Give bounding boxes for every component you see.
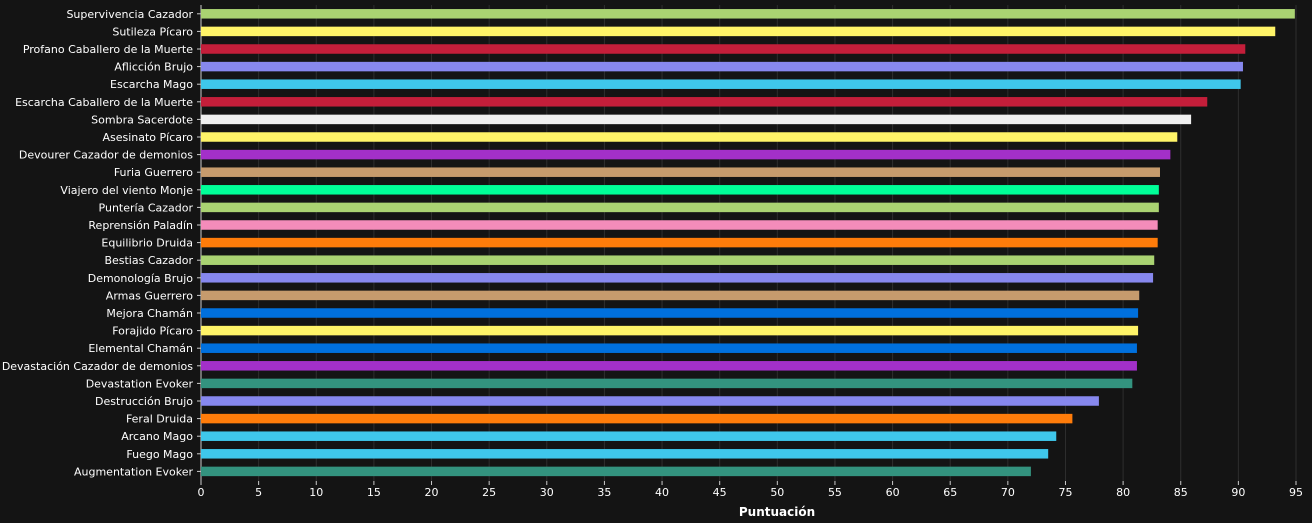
x-tick-label: 90: [1231, 486, 1245, 499]
category-label: Destrucción Brujo: [95, 395, 193, 408]
category-label: Escarcha Mago: [110, 78, 193, 91]
category-label: Devourer Cazador de demonios: [19, 149, 193, 162]
x-tick-label: 60: [886, 486, 900, 499]
x-tick-label: 65: [943, 486, 957, 499]
bar: [201, 167, 1160, 177]
bar: [201, 378, 1133, 389]
bar: [201, 97, 1208, 107]
bar: [201, 9, 1295, 19]
x-tick-label: 20: [425, 486, 439, 499]
category-label: Devastación Cazador de demonios: [2, 360, 193, 373]
x-tick-label: 45: [713, 486, 727, 499]
bar: [201, 449, 1049, 459]
x-tick-label: 5: [255, 486, 262, 499]
bar: [201, 44, 1246, 54]
bar: [201, 61, 1243, 72]
bar: [201, 308, 1139, 318]
bar: [201, 325, 1139, 336]
bar: [201, 466, 1031, 477]
x-tick-label: 30: [540, 486, 554, 499]
category-label: Supervivencia Cazador: [66, 8, 193, 21]
bar: [201, 132, 1178, 142]
x-axis-title: Puntuación: [739, 505, 815, 519]
bar: [201, 220, 1158, 230]
bar: [201, 114, 1192, 125]
category-label: Furia Guerrero: [114, 166, 193, 179]
x-tick-label: 70: [1001, 486, 1015, 499]
category-label: Aflicción Brujo: [114, 61, 193, 74]
x-tick-label: 35: [597, 486, 611, 499]
x-tick-label: 15: [367, 486, 381, 499]
x-tick-label: 95: [1289, 486, 1303, 499]
bar: [201, 237, 1158, 248]
bar: [201, 202, 1159, 213]
category-label: Devastation Evoker: [86, 377, 194, 390]
bar: [201, 290, 1140, 301]
bar: [201, 255, 1155, 265]
category-label: Sombra Sacerdote: [91, 113, 193, 126]
x-tick-label: 25: [482, 486, 496, 499]
category-label: Arcano Mago: [121, 430, 193, 443]
x-tick-label: 10: [309, 486, 323, 499]
bar-chart: Supervivencia Cazador Sutileza Pícaro Prof…: [2, 5, 1303, 519]
category-label: Elemental Chamán: [88, 342, 193, 355]
bar: [201, 343, 1137, 353]
category-labels: Supervivencia Cazador Sutileza Pícaro Prof…: [2, 8, 201, 478]
category-label: Fuego Mago: [126, 448, 193, 461]
category-label: Equilibrio Druida: [101, 237, 193, 250]
category-label: Puntería Cazador: [99, 201, 194, 214]
category-label: Armas Guerrero: [106, 289, 193, 302]
x-tick-label: 40: [655, 486, 669, 499]
bar: [201, 361, 1137, 371]
x-tick-label: 75: [1058, 486, 1072, 499]
bar: [201, 431, 1057, 441]
category-label: Asesinato Pícaro: [102, 131, 193, 144]
category-label: Viajero del viento Monje: [60, 184, 193, 197]
bars: [201, 9, 1295, 477]
x-axis-ticks: 0 5 10 15 20 25 30 35 40 45 50 55 60 65 70 75 80 85 90 95: [198, 481, 1303, 499]
bar: [201, 273, 1154, 283]
bar: [201, 26, 1276, 37]
x-tick-label: 50: [770, 486, 784, 499]
category-label: Mejora Chamán: [106, 307, 193, 320]
x-tick-label: 55: [828, 486, 842, 499]
x-tick-label: 80: [1116, 486, 1130, 499]
category-label: Augmentation Evoker: [74, 465, 193, 478]
bar: [201, 149, 1171, 160]
category-label: Demonología Brujo: [88, 272, 194, 285]
x-tick-label: 85: [1174, 486, 1188, 499]
category-label: Forajido Pícaro: [112, 325, 193, 338]
category-label: Escarcha Caballero de la Muerte: [15, 96, 193, 109]
x-tick-label: 0: [198, 486, 205, 499]
category-label: Feral Druida: [126, 413, 193, 426]
category-label: Reprensión Paladín: [88, 219, 193, 232]
bar: [201, 79, 1241, 89]
bar: [201, 396, 1099, 406]
bar: [201, 413, 1073, 424]
category-label: Sutileza Pícaro: [112, 25, 193, 38]
bar: [201, 185, 1159, 195]
category-label: Profano Caballero de la Muerte: [23, 43, 193, 56]
category-label: Bestias Cazador: [104, 254, 193, 267]
